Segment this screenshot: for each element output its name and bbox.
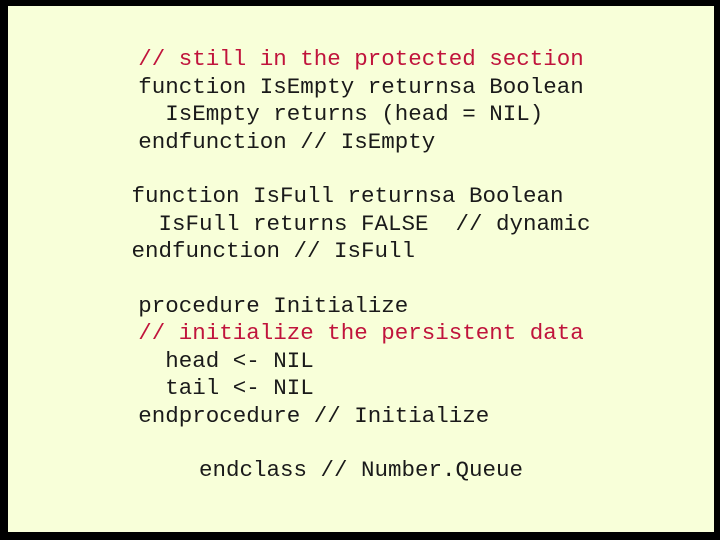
code-line: function IsEmpty returnsa Boolean (138, 73, 584, 100)
code-line: head <- NIL (138, 347, 314, 374)
is-full-block: function IsFull returnsa Boolean IsFull … (8, 183, 714, 266)
code-line: tail <- NIL (138, 375, 314, 401)
code-line: IsFull returns FALSE // dynamic (131, 210, 591, 237)
code-comment-line: // still in the protected section (138, 46, 584, 72)
code-line: endprocedure // Initialize (138, 402, 490, 429)
is-empty-block: // still in the protected section functio… (8, 46, 714, 156)
initialize-block: procedure Initialize// initialize the pe… (8, 293, 714, 431)
code-line: endclass // Number.Queue (198, 457, 524, 483)
is-empty-block-lines: // still in the protected section functio… (138, 46, 584, 156)
slide-canvas: // still in the protected section functio… (8, 6, 714, 532)
code-line: IsEmpty returns (head = NIL) (138, 101, 544, 127)
pseudocode-listing: // still in the protected section functio… (8, 46, 714, 485)
is-full-block-lines: function IsFull returnsa Boolean IsFull … (131, 183, 590, 266)
code-line: function IsFull returnsa Boolean (131, 183, 564, 209)
end-class-block: endclass // Number.Queue (8, 457, 714, 485)
initialize-block-lines: procedure Initialize// initialize the pe… (138, 293, 584, 431)
code-line: procedure Initialize (138, 292, 409, 319)
code-line: endfunction // IsEmpty (138, 128, 436, 155)
code-line: endfunction // IsFull (131, 238, 415, 264)
code-comment-line: // initialize the persistent data (138, 320, 584, 346)
end-class-block-lines: endclass // Number.Queue (199, 457, 523, 485)
